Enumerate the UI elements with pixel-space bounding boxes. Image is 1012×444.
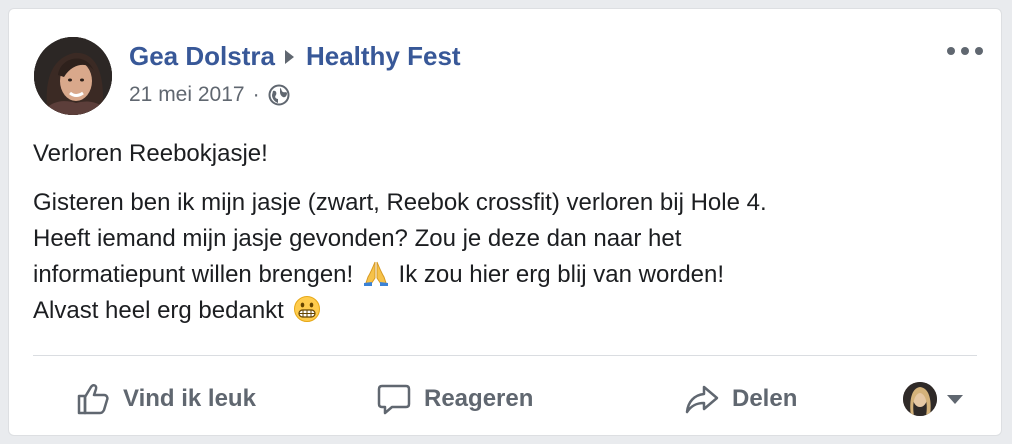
action-divider	[33, 355, 977, 356]
grimacing-face-emoji	[293, 295, 321, 323]
more-dot	[961, 47, 969, 55]
user-avatar	[903, 382, 937, 416]
thumbs-up-icon	[77, 384, 109, 415]
author-avatar[interactable]	[34, 37, 112, 115]
post-body-line: Gisteren ben ik mijn jasje (zwart, Reebo…	[33, 189, 767, 216]
post-meta: 21 mei 2017 ·	[129, 83, 290, 107]
post-body-text: informatiepunt willen brengen!	[33, 261, 354, 288]
comment-bubble-icon	[377, 384, 411, 415]
like-button[interactable]: Vind ik leuk	[75, 369, 256, 429]
post-header: Gea Dolstra Healthy Fest	[129, 41, 461, 72]
post-body-text: Ik zou hier erg blij van worden!	[398, 261, 725, 288]
post-body-line-with-emoji: informatiepunt willen brengen! Ik zou hi…	[33, 257, 983, 293]
more-options-icon[interactable]	[947, 43, 983, 59]
more-dot	[947, 47, 955, 55]
post-date-link[interactable]: 21 mei 2017	[129, 83, 245, 107]
caret-down-icon	[947, 394, 963, 404]
author-name-link[interactable]: Gea Dolstra	[129, 41, 275, 72]
more-dot	[975, 47, 983, 55]
right-triangle-icon	[284, 49, 294, 64]
post-actions-bar: Vind ik leuk Reageren Delen	[33, 369, 977, 429]
post-as-selector[interactable]	[903, 379, 963, 419]
comment-label: Reageren	[424, 385, 534, 412]
post-title: Verloren Reebokjasje!	[33, 140, 268, 167]
globe-icon[interactable]	[268, 84, 290, 106]
comment-button[interactable]: Reageren	[376, 369, 533, 429]
share-button[interactable]: Delen	[684, 369, 797, 429]
share-arrow-icon	[685, 385, 719, 414]
post-body-line: Heeft iemand mijn jasje gevonden? Zou je…	[33, 225, 682, 252]
post-body-text: Alvast heel erg bedankt	[33, 297, 284, 324]
meta-separator: ·	[252, 83, 260, 106]
folded-hands-emoji	[362, 259, 390, 287]
like-label: Vind ik leuk	[123, 385, 256, 412]
share-label: Delen	[732, 385, 798, 412]
post-card: Gea Dolstra Healthy Fest 21 mei 2017 · V…	[8, 8, 1002, 436]
post-body: Gisteren ben ik mijn jasje (zwart, Reebo…	[33, 185, 983, 329]
group-name-link[interactable]: Healthy Fest	[306, 41, 461, 72]
post-body-line-with-emoji: Alvast heel erg bedankt	[33, 293, 983, 329]
